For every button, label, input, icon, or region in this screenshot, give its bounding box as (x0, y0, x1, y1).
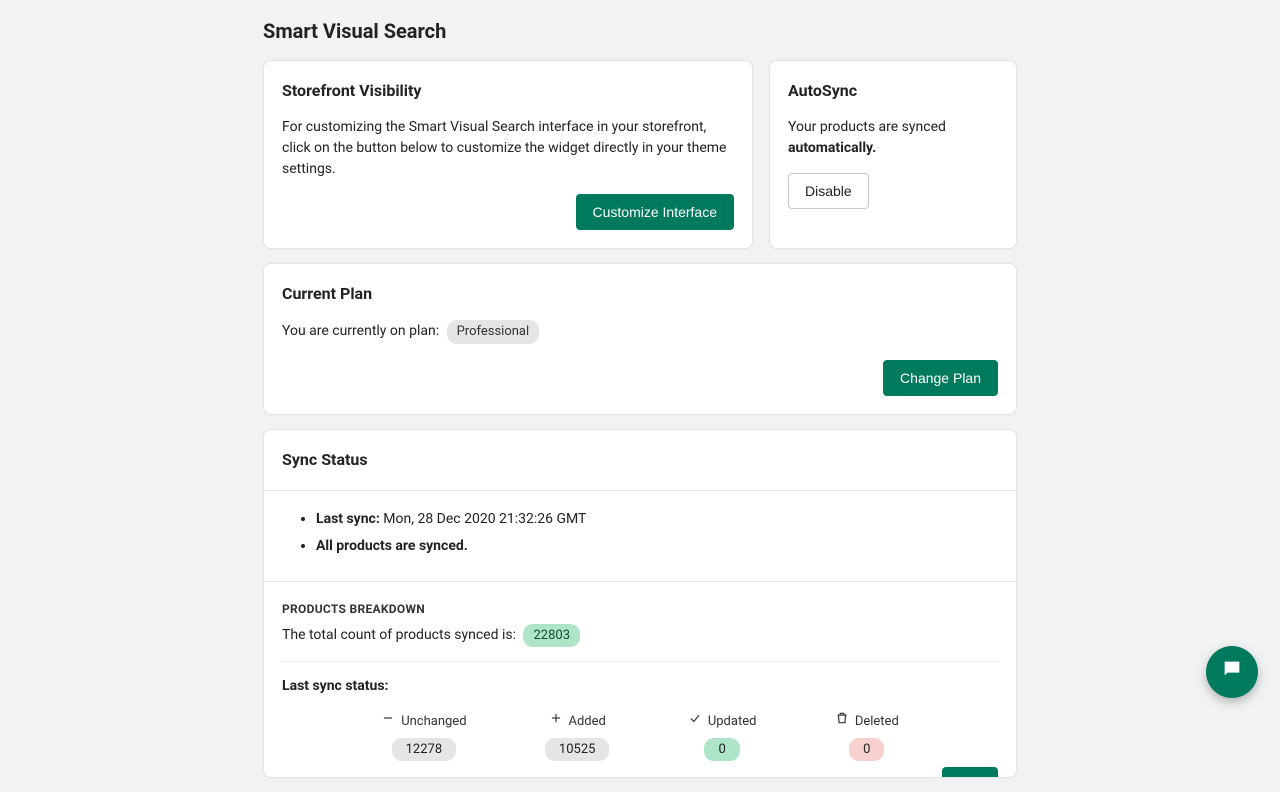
check-icon (688, 711, 702, 732)
sync-card-title: Sync Status (282, 448, 998, 472)
products-breakdown-heading: PRODUCTS BREAKDOWN (282, 600, 998, 618)
last-sync-line: Last sync: Mon, 28 Dec 2020 21:32:26 GMT (316, 509, 998, 530)
autosync-card-title: AutoSync (788, 79, 998, 103)
plan-card-title: Current Plan (282, 282, 998, 306)
deleted-label: Deleted (855, 712, 899, 732)
storefront-card-desc: For customizing the Smart Visual Search … (282, 117, 734, 180)
storefront-card-title: Storefront Visibility (282, 79, 734, 103)
last-sync-label: Last sync: (316, 511, 380, 527)
customize-interface-button[interactable]: Customize Interface (576, 194, 735, 230)
storefront-visibility-card: Storefront Visibility For customizing th… (263, 60, 753, 249)
breakdown-added: Added 10525 (545, 711, 610, 761)
unchanged-label: Unchanged (401, 712, 466, 732)
last-sync-status-label: Last sync status: (282, 676, 998, 697)
autosync-card-desc: Your products are synced automatically. (788, 117, 998, 159)
partial-hidden-button[interactable] (942, 767, 998, 777)
disable-autosync-button[interactable]: Disable (788, 173, 869, 209)
autosync-desc-strong: automatically. (788, 140, 876, 156)
autosync-desc-prefix: Your products are synced (788, 119, 946, 135)
deleted-value: 0 (849, 738, 884, 762)
change-plan-button[interactable]: Change Plan (883, 360, 998, 396)
unchanged-value: 12278 (392, 738, 457, 762)
chat-fab-button[interactable] (1206, 646, 1258, 698)
breakdown-deleted: Deleted 0 (835, 711, 899, 761)
all-synced-line: All products are synced. (316, 536, 998, 557)
total-count-prefix: The total count of products synced is: (282, 627, 516, 643)
minus-icon (381, 711, 395, 732)
updated-value: 0 (704, 738, 739, 762)
plan-prefix-text: You are currently on plan: (282, 323, 439, 339)
current-plan-card: Current Plan You are currently on plan: … (263, 263, 1017, 415)
page-title: Smart Visual Search (263, 16, 1017, 46)
added-value: 10525 (545, 738, 610, 762)
trash-icon (835, 711, 849, 732)
chat-icon (1221, 658, 1243, 687)
last-sync-value: Mon, 28 Dec 2020 21:32:26 GMT (383, 511, 586, 527)
all-synced-text: All products are synced. (316, 538, 468, 554)
added-label: Added (569, 712, 606, 732)
breakdown-updated: Updated 0 (688, 711, 757, 761)
sync-status-card: Sync Status Last sync: Mon, 28 Dec 2020 … (263, 429, 1017, 779)
total-count-badge: 22803 (523, 624, 580, 648)
breakdown-unchanged: Unchanged 12278 (381, 711, 466, 761)
updated-label: Updated (708, 712, 757, 732)
plus-icon (549, 711, 563, 732)
plan-name-badge: Professional (447, 320, 540, 344)
autosync-card: AutoSync Your products are synced automa… (769, 60, 1017, 249)
